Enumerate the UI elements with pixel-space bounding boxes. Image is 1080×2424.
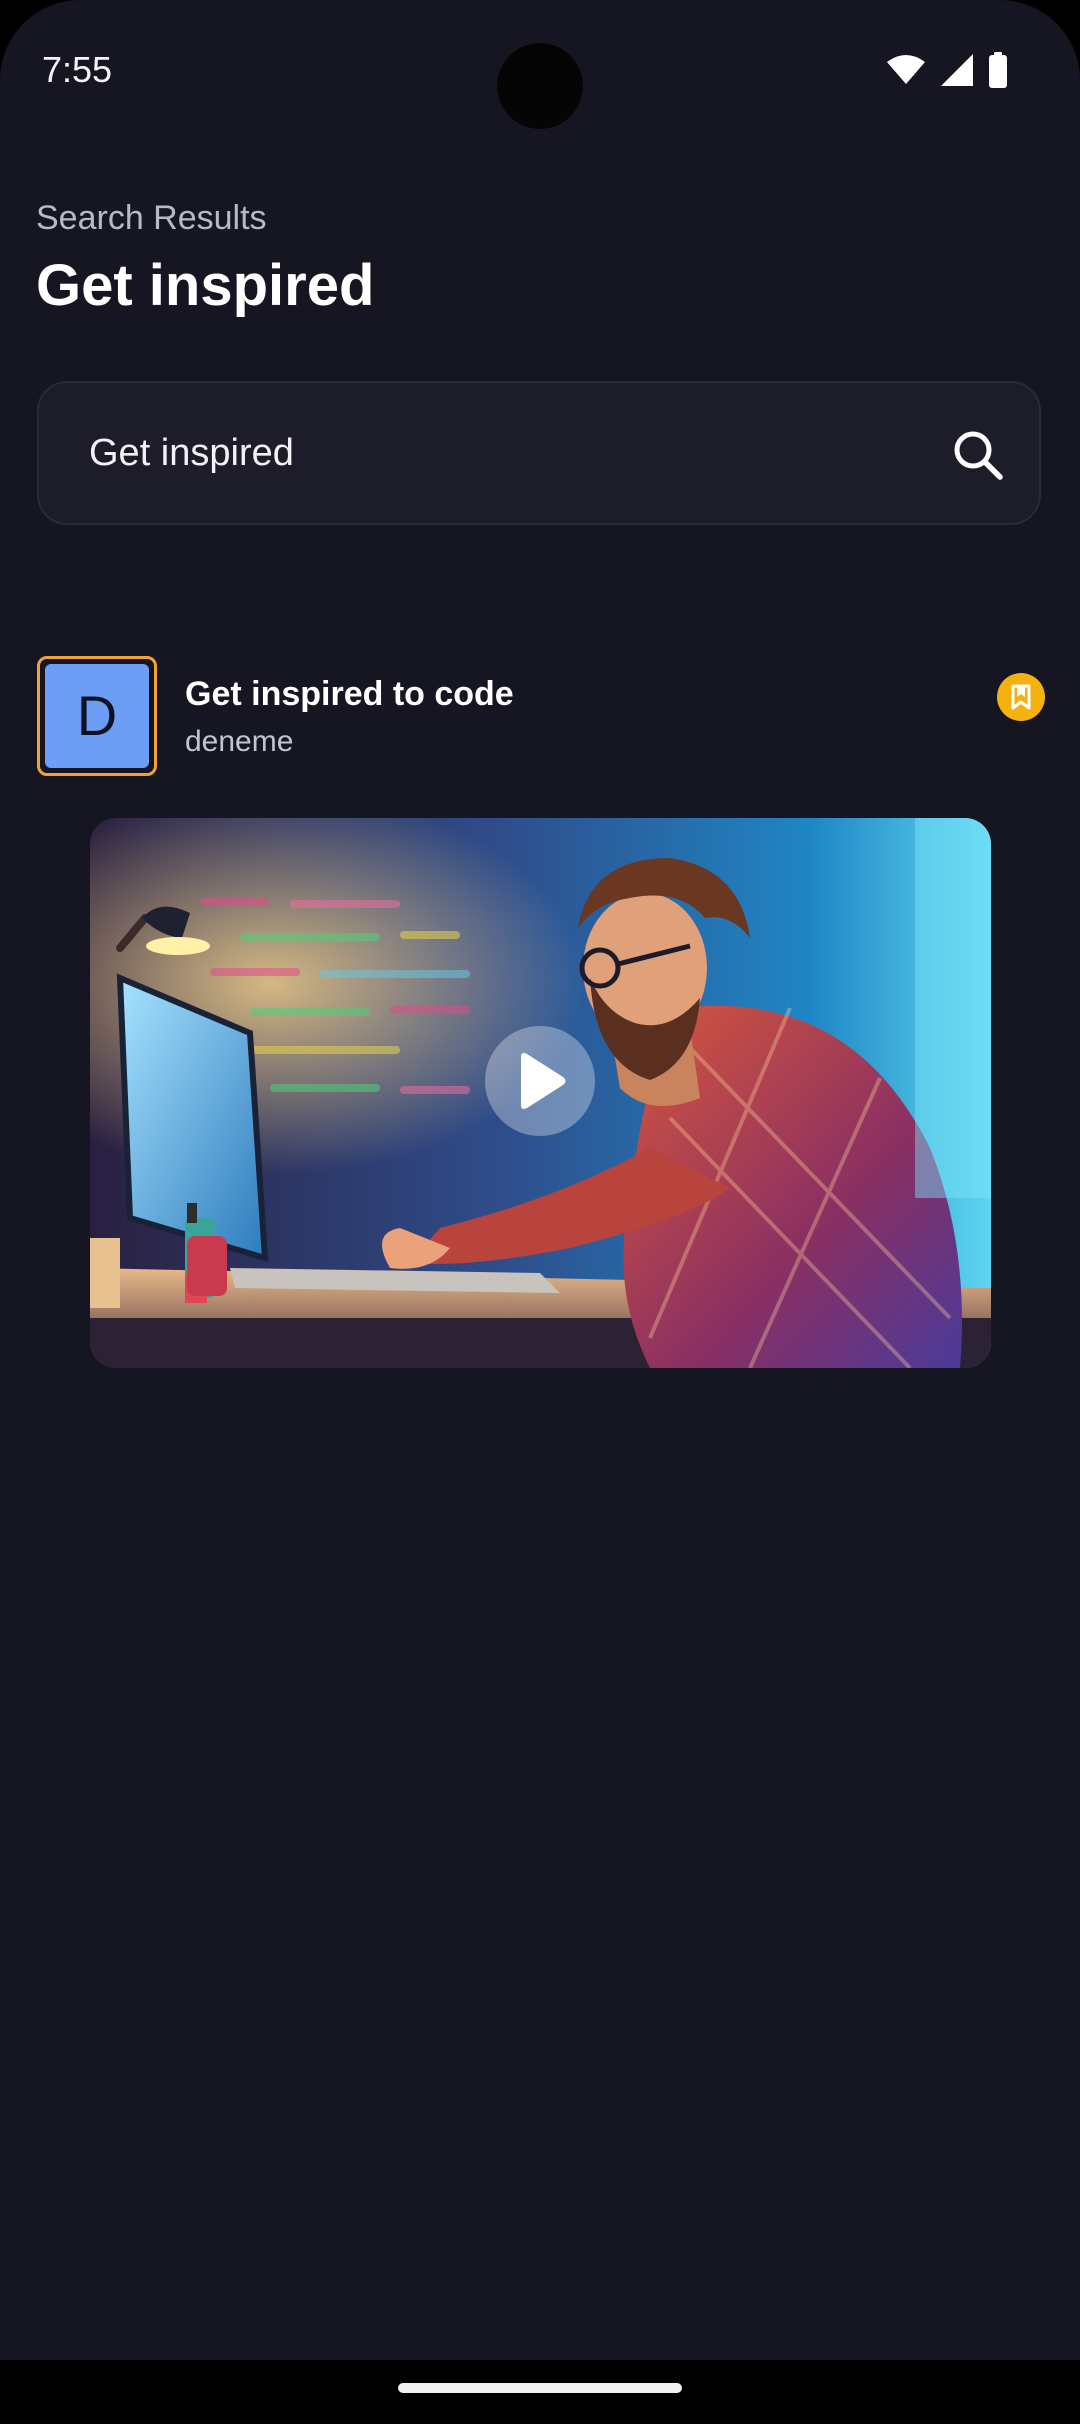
- play-icon: [521, 1053, 566, 1109]
- home-indicator[interactable]: [398, 2383, 682, 2393]
- battery-icon: [989, 52, 1007, 88]
- search-bar[interactable]: [37, 381, 1041, 525]
- status-time: 7:55: [42, 49, 113, 90]
- status-icons: [886, 52, 1008, 88]
- video-thumbnail[interactable]: [90, 818, 991, 1368]
- result-title[interactable]: Get inspired to code: [185, 672, 514, 716]
- search-input[interactable]: [89, 429, 889, 477]
- search-icon[interactable]: [952, 429, 1004, 481]
- bookmark-icon: [1011, 684, 1031, 710]
- result-author: deneme: [185, 725, 294, 758]
- play-button[interactable]: [485, 1026, 595, 1136]
- signal-icon: [941, 54, 973, 86]
- avatar: D: [37, 656, 157, 776]
- page-title: Get inspired: [36, 253, 375, 318]
- camera-cutout: [497, 43, 583, 129]
- page-subtitle: Search Results: [36, 199, 267, 237]
- app-screen: 7:55 Search Results Get inspired D Get i…: [0, 0, 1080, 2360]
- wifi-icon: [887, 55, 925, 84]
- bookmark-button[interactable]: [997, 673, 1045, 721]
- avatar-letter: D: [45, 664, 149, 768]
